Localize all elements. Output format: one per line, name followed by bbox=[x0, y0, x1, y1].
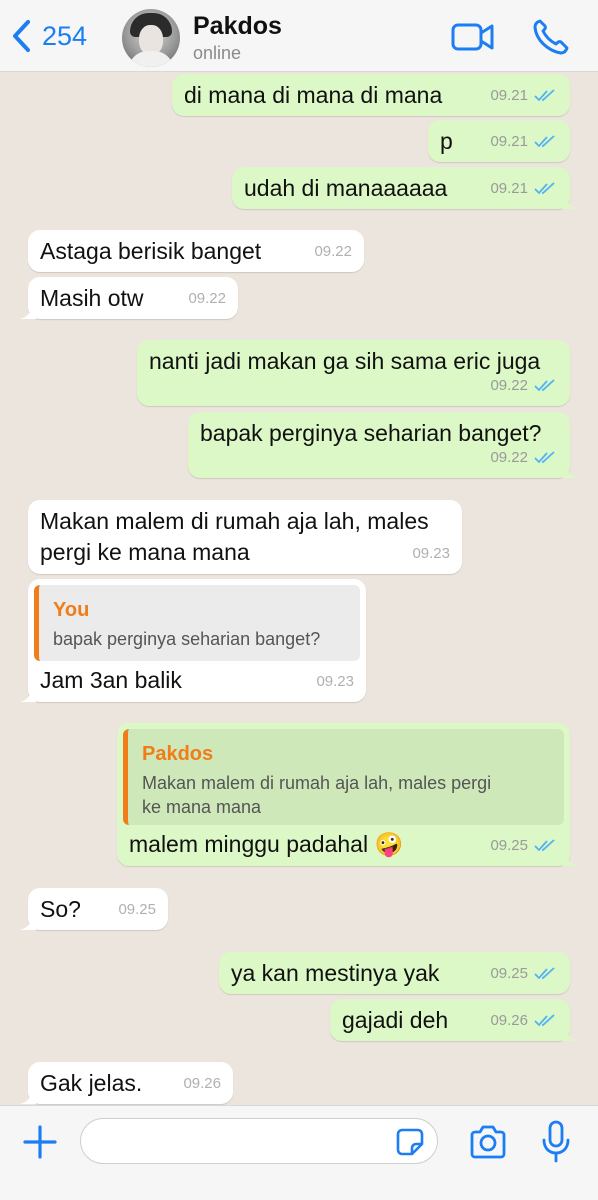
message-text: So? bbox=[40, 896, 81, 922]
message-outgoing-reply[interactable]: Pakdos Makan malem di rumah aja lah, mal… bbox=[117, 723, 578, 866]
message-outgoing[interactable]: udah di manaaaaaa 09.21 bbox=[232, 167, 578, 209]
message-time: 09.22 bbox=[490, 377, 528, 394]
plus-icon[interactable] bbox=[22, 1124, 58, 1160]
message-input[interactable] bbox=[80, 1118, 438, 1164]
unread-count: 254 bbox=[42, 20, 88, 51]
message-outgoing[interactable]: di mana di mana di mana 09.21 bbox=[172, 74, 570, 116]
message-time: 09.22 bbox=[188, 290, 226, 307]
message-time: 09.26 bbox=[490, 1012, 528, 1029]
message-time: 09.23 bbox=[316, 673, 354, 690]
read-ticks-icon bbox=[534, 839, 555, 852]
chat-header: 254 Pakdos online bbox=[0, 0, 598, 72]
message-text: Masih otw bbox=[40, 285, 144, 311]
contact-name[interactable]: Pakdos bbox=[193, 12, 282, 41]
message-text: Gak jelas. bbox=[40, 1070, 143, 1096]
message-incoming[interactable]: Masih otw 09.22 bbox=[20, 277, 238, 319]
message-incoming-reply[interactable]: You bapak perginya seharian banget? Jam … bbox=[20, 579, 366, 702]
camera-icon[interactable] bbox=[468, 1124, 508, 1160]
composer-bar bbox=[0, 1105, 598, 1200]
chevron-left-icon bbox=[13, 20, 30, 52]
quoted-text: Makan malem di rumah aja lah, males perg… bbox=[142, 773, 492, 817]
quoted-message[interactable]: You bapak perginya seharian banget? bbox=[34, 585, 360, 661]
message-time: 09.26 bbox=[183, 1075, 221, 1092]
microphone-icon[interactable] bbox=[540, 1120, 572, 1164]
message-text: gajadi deh bbox=[342, 1007, 449, 1033]
sticker-icon[interactable] bbox=[394, 1126, 426, 1158]
message-time: 09.22 bbox=[314, 243, 352, 260]
video-camera-icon[interactable] bbox=[451, 18, 495, 56]
message-time: 09.21 bbox=[490, 180, 528, 197]
back-button[interactable]: 254 bbox=[10, 16, 87, 56]
message-time: 09.22 bbox=[490, 449, 528, 466]
contact-status: online bbox=[193, 43, 242, 63]
message-time: 09.25 bbox=[490, 837, 528, 854]
message-incoming[interactable]: Astaga berisik banget 09.22 bbox=[28, 230, 364, 272]
message-text: ya kan mestinya yak bbox=[231, 960, 440, 986]
message-outgoing[interactable]: nanti jadi makan ga sih sama eric juga 0… bbox=[137, 340, 570, 406]
quoted-text: bapak perginya seharian banget? bbox=[53, 629, 321, 649]
quoted-message[interactable]: Pakdos Makan malem di rumah aja lah, mal… bbox=[123, 729, 564, 825]
message-text: p bbox=[440, 128, 453, 154]
message-time: 09.21 bbox=[490, 133, 528, 150]
message-incoming[interactable]: Gak jelas. 09.26 bbox=[20, 1062, 233, 1104]
read-ticks-icon bbox=[534, 379, 555, 392]
message-text: Jam 3an balik bbox=[40, 667, 182, 693]
quoted-sender: You bbox=[53, 599, 90, 621]
read-ticks-icon bbox=[534, 1014, 555, 1027]
message-outgoing[interactable]: ya kan mestinya yak 09.25 bbox=[219, 952, 570, 994]
message-list[interactable]: di mana di mana di mana 09.21 p 09.21 ud… bbox=[0, 72, 598, 1105]
message-outgoing[interactable]: gajadi deh 09.26 bbox=[330, 999, 578, 1041]
read-ticks-icon bbox=[534, 182, 555, 195]
message-outgoing[interactable]: p 09.21 bbox=[428, 120, 570, 162]
message-time: 09.23 bbox=[412, 545, 450, 562]
message-text: di mana di mana di mana bbox=[184, 82, 443, 108]
message-text: udah di manaaaaaa bbox=[244, 175, 448, 201]
message-time: 09.25 bbox=[490, 965, 528, 982]
phone-icon[interactable] bbox=[530, 18, 574, 56]
avatar[interactable] bbox=[122, 9, 180, 67]
read-ticks-icon bbox=[534, 451, 555, 464]
message-text: malem minggu padahal 🤪 bbox=[129, 831, 404, 857]
read-ticks-icon bbox=[534, 967, 555, 980]
read-ticks-icon bbox=[534, 89, 555, 102]
message-text: nanti jadi makan ga sih sama eric juga bbox=[149, 348, 541, 374]
message-text: Makan malem di rumah aja lah, males perg… bbox=[40, 508, 429, 565]
message-time: 09.25 bbox=[118, 901, 156, 918]
message-incoming[interactable]: Makan malem di rumah aja lah, males perg… bbox=[28, 500, 462, 574]
message-incoming[interactable]: So? 09.25 bbox=[20, 888, 168, 930]
read-ticks-icon bbox=[534, 135, 555, 148]
message-time: 09.21 bbox=[490, 87, 528, 104]
message-outgoing[interactable]: bapak perginya seharian banget? 09.22 bbox=[188, 412, 578, 478]
message-text: Astaga berisik banget bbox=[40, 238, 262, 264]
quoted-sender: Pakdos bbox=[142, 743, 214, 765]
